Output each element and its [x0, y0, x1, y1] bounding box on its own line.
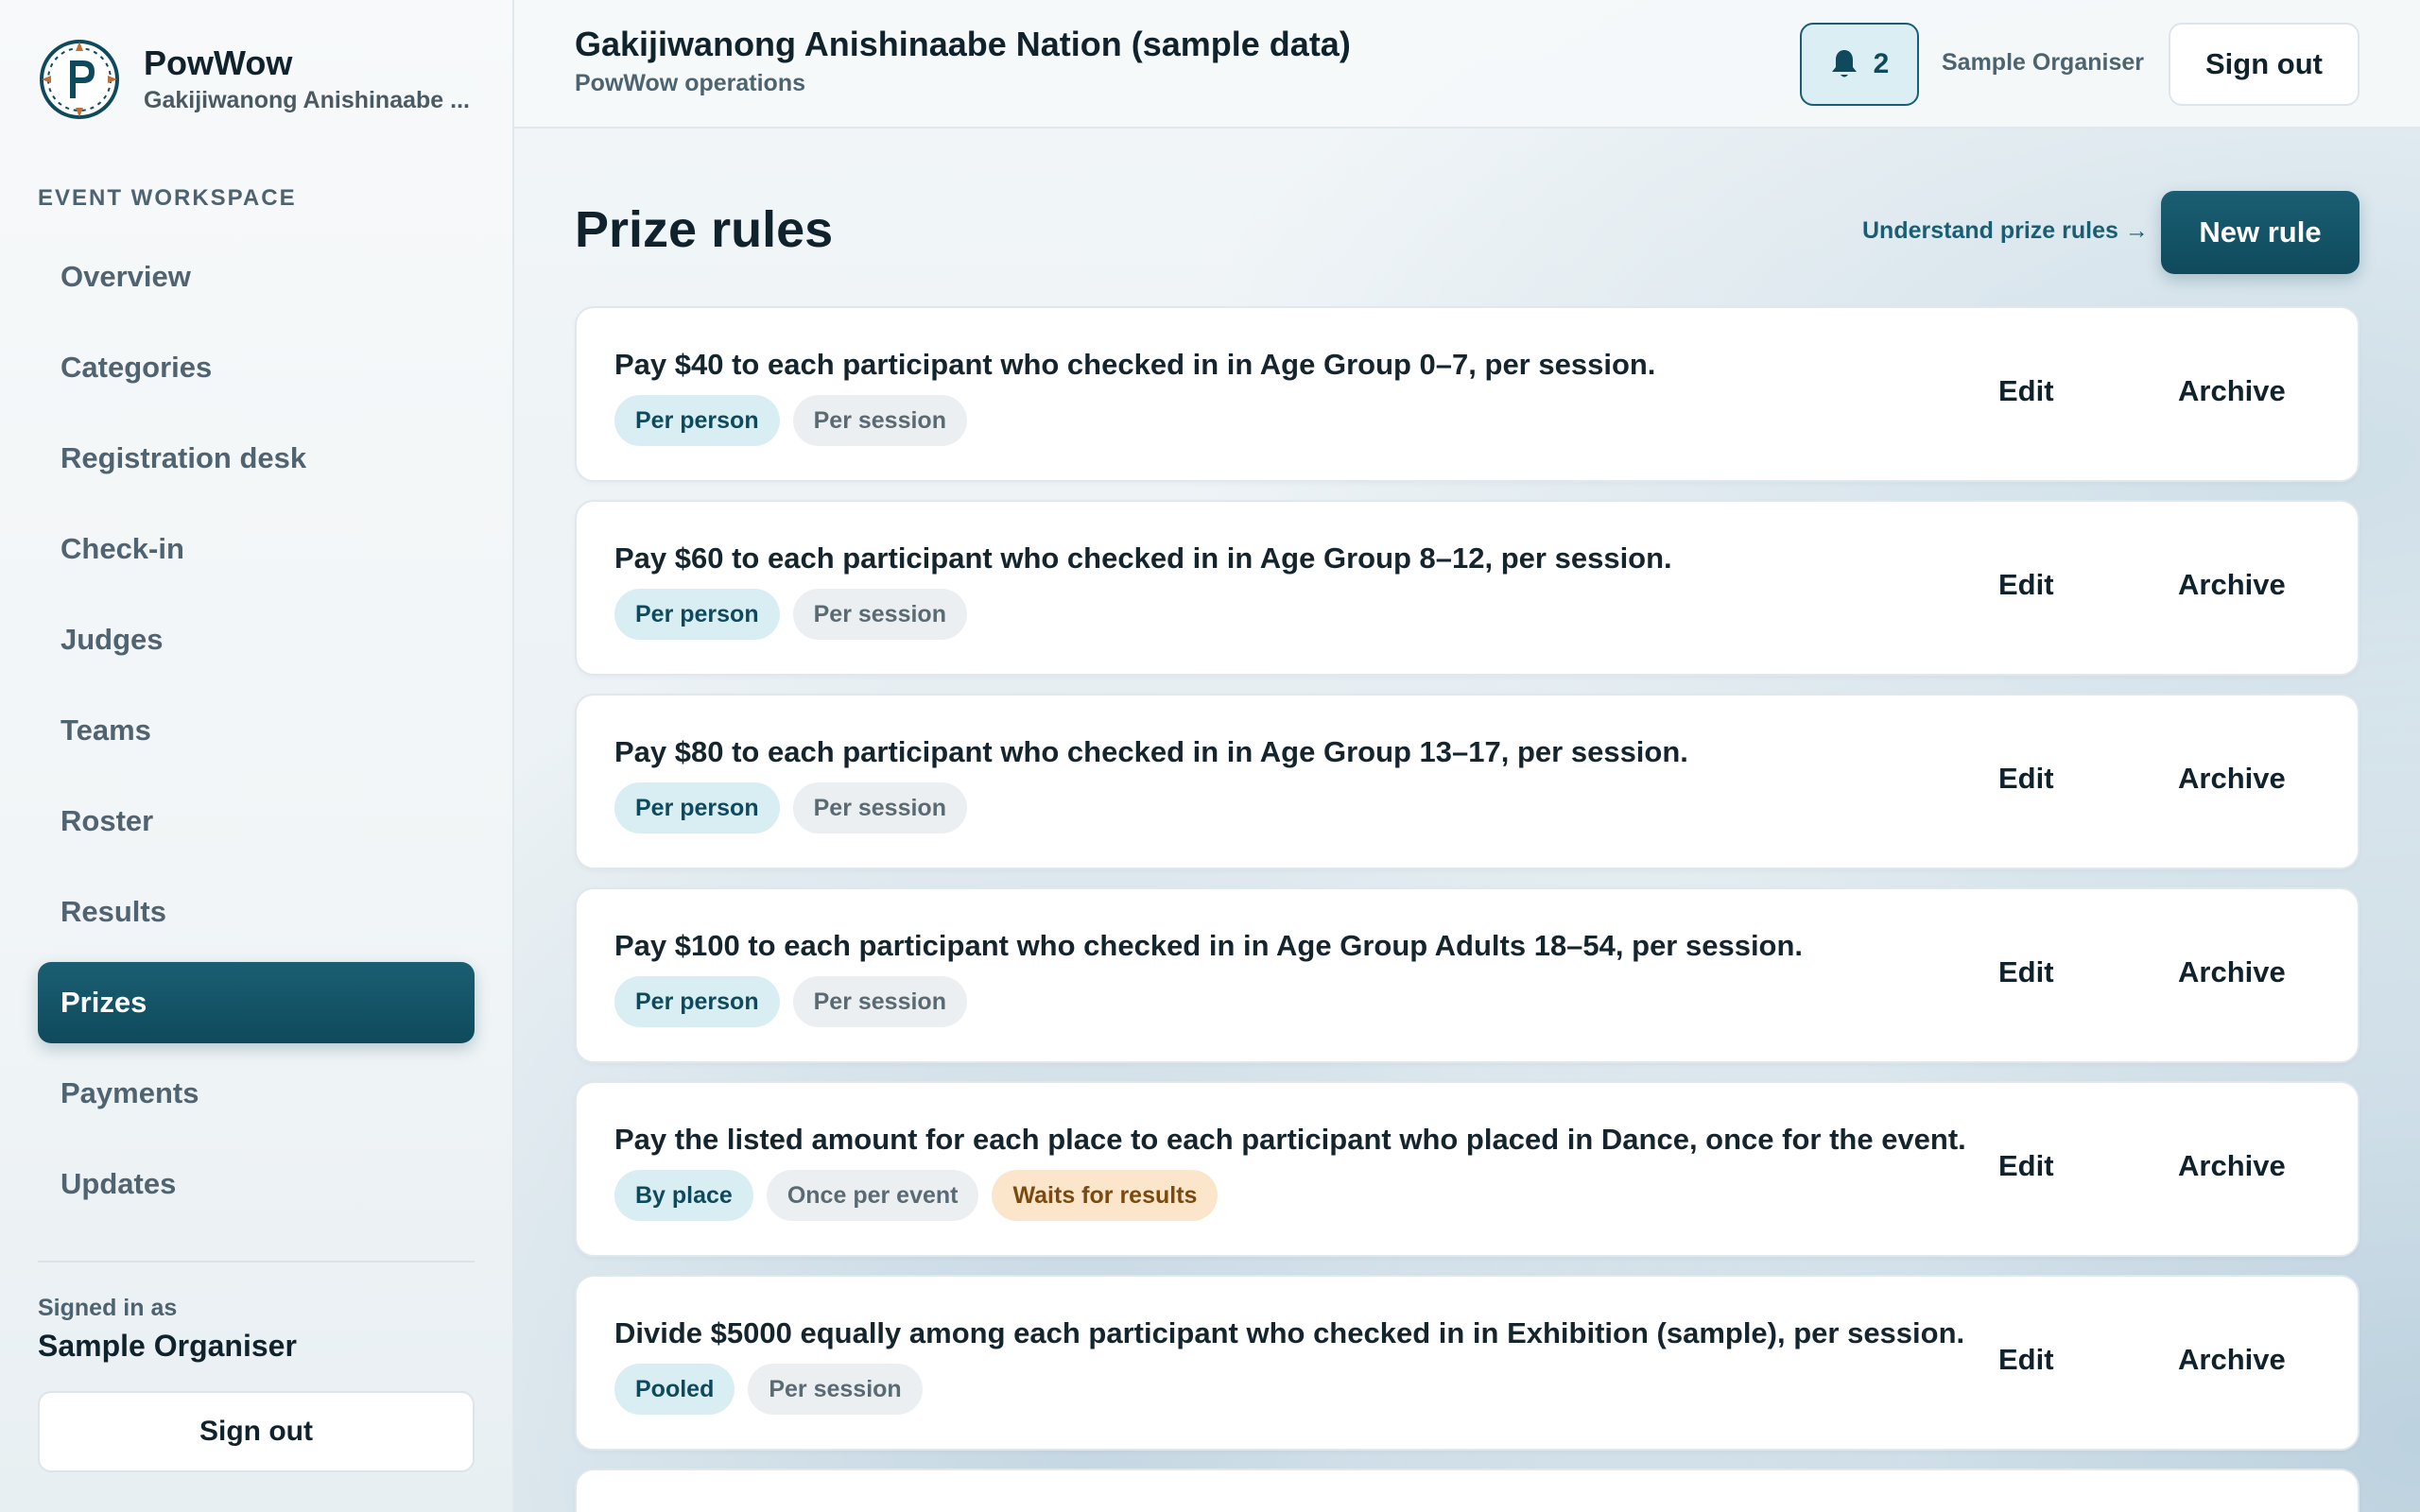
new-rule-button[interactable]: New rule — [2161, 191, 2360, 274]
sidebar-item-registration-desk[interactable]: Registration desk — [38, 418, 475, 499]
understand-prize-rules-link[interactable]: Understand prize rules → — [1862, 217, 2149, 245]
sidebar-item-results[interactable]: Results — [38, 871, 475, 953]
rule-description: Divide $5000 equally among each particip… — [614, 1316, 1965, 1349]
top-bar: Gakijiwanong Anishinaabe Nation (sample … — [514, 0, 2420, 129]
sidebar: PowWow Gakijiwanong Anishinaabe ... EVEN… — [0, 0, 514, 1512]
sidebar-item-teams[interactable]: Teams — [38, 690, 475, 771]
archive-rule-button[interactable]: Archive — [2178, 1343, 2286, 1377]
archive-rule-button[interactable]: Archive — [2178, 568, 2286, 602]
rule-tags: Per person Per session — [614, 782, 967, 833]
sidebar-item-overview[interactable]: Overview — [38, 236, 475, 318]
notifications-button[interactable]: 2 — [1800, 23, 1919, 106]
notification-count: 2 — [1873, 48, 1890, 79]
sidebar-nav: Overview Categories Registration desk Ch… — [38, 236, 475, 1234]
rule-tag: Per session — [792, 976, 967, 1027]
brand[interactable]: PowWow Gakijiwanong Anishinaabe ... — [38, 38, 470, 121]
rule-description: Pay the listed amount for each place to … — [614, 1123, 1966, 1156]
signed-in-user-name: Sample Organiser — [38, 1329, 297, 1363]
edit-rule-button[interactable]: Edit — [1998, 568, 2054, 602]
sidebar-item-judges[interactable]: Judges — [38, 599, 475, 680]
rule-tag: Per session — [748, 1364, 923, 1415]
rule-tag: Per person — [614, 589, 780, 640]
workspace-section-label: EVENT WORKSPACE — [38, 185, 297, 211]
org-short-name: Gakijiwanong Anishinaabe ... — [144, 87, 470, 113]
rule-tag: By place — [614, 1170, 753, 1221]
rule-tags: Per person Per session — [614, 976, 967, 1027]
app-name: PowWow — [144, 43, 293, 82]
sidebar-divider — [38, 1261, 475, 1263]
rule-tag: Per session — [792, 782, 967, 833]
page-title: Prize rules — [575, 201, 834, 258]
rule-tags: Pooled Per session — [614, 1364, 923, 1415]
archive-rule-button[interactable]: Archive — [2178, 374, 2286, 408]
header-sign-out-button[interactable]: Sign out — [2169, 23, 2360, 106]
rule-description: Pay $80 to each participant who checked … — [614, 735, 1688, 768]
powwow-logo-icon — [40, 40, 119, 119]
rule-tags: Per person Per session — [614, 589, 967, 640]
org-subtitle: PowWow operations — [575, 70, 805, 96]
bell-icon — [1831, 50, 1857, 77]
prize-rule-card: Pay the listed amount for each place to … — [575, 1081, 2360, 1257]
header-user-name: Sample Organiser — [1942, 49, 2144, 76]
signed-in-label: Signed in as — [38, 1295, 178, 1321]
sidebar-item-updates[interactable]: Updates — [38, 1143, 475, 1225]
rule-tag-waits-for-results: Waits for results — [992, 1170, 1219, 1221]
prize-rule-card-partial — [575, 1469, 2360, 1512]
edit-rule-button[interactable]: Edit — [1998, 374, 2054, 408]
main-content: Gakijiwanong Anishinaabe Nation (sample … — [514, 0, 2420, 1512]
archive-rule-button[interactable]: Archive — [2178, 955, 2286, 989]
archive-rule-button[interactable]: Archive — [2178, 762, 2286, 796]
edit-rule-button[interactable]: Edit — [1998, 1343, 2054, 1377]
org-title: Gakijiwanong Anishinaabe Nation (sample … — [575, 25, 1351, 63]
sidebar-sign-out-button[interactable]: Sign out — [38, 1391, 475, 1472]
sidebar-item-roster[interactable]: Roster — [38, 781, 475, 862]
sidebar-item-payments[interactable]: Payments — [38, 1053, 475, 1134]
prize-rule-card: Divide $5000 equally among each particip… — [575, 1275, 2360, 1451]
edit-rule-button[interactable]: Edit — [1998, 762, 2054, 796]
prize-rule-card: Pay $100 to each participant who checked… — [575, 887, 2360, 1063]
rule-tag: Per person — [614, 976, 780, 1027]
edit-rule-button[interactable]: Edit — [1998, 955, 2054, 989]
sidebar-item-categories[interactable]: Categories — [38, 327, 475, 408]
rule-tag: Per session — [792, 589, 967, 640]
rule-description: Pay $40 to each participant who checked … — [614, 348, 1656, 381]
rule-tags: By place Once per event Waits for result… — [614, 1170, 1219, 1221]
sidebar-item-check-in[interactable]: Check-in — [38, 508, 475, 590]
rule-tag: Per session — [792, 395, 967, 446]
prize-rules-list: Pay $40 to each participant who checked … — [575, 306, 2360, 1512]
prize-rule-card: Pay $80 to each participant who checked … — [575, 694, 2360, 869]
rule-description: Pay $100 to each participant who checked… — [614, 929, 1804, 962]
rule-tag: Per person — [614, 395, 780, 446]
rule-tag: Per person — [614, 782, 780, 833]
prize-rule-card: Pay $60 to each participant who checked … — [575, 500, 2360, 676]
edit-rule-button[interactable]: Edit — [1998, 1149, 2054, 1183]
rule-tag: Pooled — [614, 1364, 735, 1415]
rule-tag: Once per event — [766, 1170, 979, 1221]
prize-rule-card: Pay $40 to each participant who checked … — [575, 306, 2360, 482]
rule-tags: Per person Per session — [614, 395, 967, 446]
archive-rule-button[interactable]: Archive — [2178, 1149, 2286, 1183]
sidebar-item-prizes[interactable]: Prizes — [38, 962, 475, 1043]
rule-description: Pay $60 to each participant who checked … — [614, 541, 1672, 575]
